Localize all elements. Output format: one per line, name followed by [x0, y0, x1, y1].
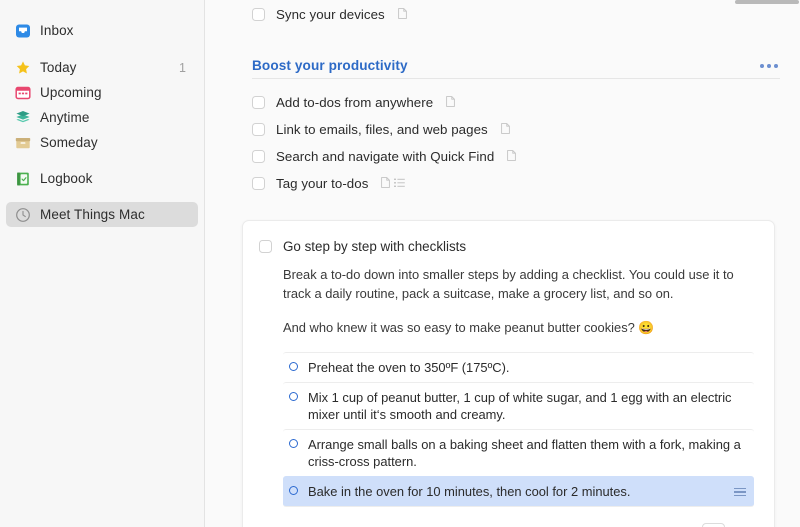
sidebar-divider-2 — [0, 155, 204, 166]
todo-badges — [500, 122, 510, 137]
todo-checkbox[interactable] — [252, 122, 265, 136]
schedule-calendar-button[interactable] — [673, 523, 696, 527]
sidebar-item-count: 1 — [179, 60, 186, 75]
todo-list: Add to-dos from anywhere Link to emails,… — [252, 91, 790, 194]
vertical-scrollbar[interactable] — [735, 0, 799, 5]
todo-item-link-to-emails-files-and-web-pages[interactable]: Link to emails, files, and web pages — [252, 118, 790, 140]
checklist-circle-icon[interactable] — [289, 392, 298, 401]
sidebar-item-someday[interactable]: Someday — [6, 130, 198, 155]
card-notes[interactable]: Break a to-do down into smaller steps by… — [283, 265, 758, 337]
card-footer-toolbar — [259, 523, 758, 527]
star-icon — [15, 60, 31, 76]
todo-checkbox[interactable] — [252, 95, 265, 109]
todo-item-tag-your-to-dos[interactable]: Tag your to-dos — [252, 172, 790, 194]
todo-label: Sync your devices — [276, 6, 385, 22]
checklist-item-label: Mix 1 cup of peanut butter, 1 cup of whi… — [308, 390, 732, 422]
sidebar-item-label: Anytime — [40, 110, 90, 125]
sidebar: Inbox Today 1 Upcoming Anytime Someday L… — [0, 0, 205, 527]
scrollbar-thumb[interactable] — [735, 0, 799, 4]
sidebar-item-label: Someday — [40, 135, 98, 150]
checklist-item[interactable]: Arrange small balls on a baking sheet an… — [283, 429, 754, 476]
sidebar-item-anytime[interactable]: Anytime — [6, 105, 198, 130]
layers-icon — [15, 110, 31, 126]
todo-label: Add to-dos from anywhere — [276, 94, 434, 110]
todo-item-sync-your-devices[interactable]: Sync your devices — [252, 3, 790, 25]
sidebar-divider-3 — [0, 191, 204, 202]
checklist-circle-icon[interactable] — [289, 486, 298, 495]
expanded-todo-card: Go step by step with checklists Break a … — [242, 220, 775, 527]
todo-badges — [397, 7, 407, 22]
checklist-item[interactable]: Mix 1 cup of peanut butter, 1 cup of whi… — [283, 382, 754, 429]
todo-checkbox[interactable] — [252, 7, 265, 21]
checklist-icon — [394, 176, 406, 191]
todo-checkbox[interactable] — [259, 240, 272, 253]
checklist-item-label: Preheat the oven to 350ºF (175ºC). — [308, 360, 510, 375]
todo-badges — [507, 149, 517, 164]
card-note-paragraph: And who knew it was so easy to make pean… — [283, 320, 655, 335]
todo-item-search-and-navigate-with-quick-find[interactable]: Search and navigate with Quick Find — [252, 145, 790, 167]
main-content: Sync your devices Boost your productivit… — [205, 0, 800, 527]
todo-checkbox[interactable] — [252, 176, 265, 190]
sidebar-item-label: Today — [40, 60, 77, 75]
sidebar-item-today[interactable]: Today 1 — [6, 55, 198, 80]
tag-button[interactable] — [702, 523, 725, 527]
note-icon — [507, 149, 517, 164]
checklist: Preheat the oven to 350ºF (175ºC). Mix 1… — [283, 352, 754, 507]
checklist-circle-icon[interactable] — [289, 439, 298, 448]
logbook-icon — [15, 171, 31, 187]
note-icon — [500, 122, 510, 137]
todo-badges — [446, 95, 456, 110]
deadline-flag-button[interactable] — [731, 523, 754, 527]
checklist-item-label: Arrange small balls on a baking sheet an… — [308, 437, 741, 469]
note-icon — [381, 176, 391, 191]
sidebar-item-logbook[interactable]: Logbook — [6, 166, 198, 191]
sidebar-divider-1 — [0, 43, 204, 55]
calendar-icon — [15, 85, 31, 101]
section-title: Boost your productivity — [252, 58, 408, 73]
more-options-icon[interactable] — [760, 63, 780, 68]
todo-label: Search and navigate with Quick Find — [276, 148, 495, 164]
note-icon — [397, 7, 407, 22]
section-header-boost-your-productivity: Boost your productivity — [252, 58, 780, 79]
sidebar-item-label: Inbox — [40, 23, 74, 38]
todo-checkbox[interactable] — [252, 149, 265, 163]
sidebar-item-label: Upcoming — [40, 85, 102, 100]
checklist-item[interactable]: Preheat the oven to 350ºF (175ºC). — [283, 352, 754, 382]
drag-handle-icon[interactable] — [734, 488, 746, 496]
sidebar-item-meet-things-mac[interactable]: Meet Things Mac — [6, 202, 198, 227]
inbox-icon — [15, 23, 31, 39]
checklist-circle-icon[interactable] — [289, 362, 298, 371]
sidebar-item-upcoming[interactable]: Upcoming — [6, 80, 198, 105]
todo-item-add-to-dos-from-anywhere[interactable]: Add to-dos from anywhere — [252, 91, 790, 113]
card-note-paragraph: Break a to-do down into smaller steps by… — [283, 267, 734, 301]
sidebar-item-label: Logbook — [40, 171, 93, 186]
todo-label: Link to emails, files, and web pages — [276, 121, 488, 137]
clock-icon — [15, 207, 31, 223]
checklist-item-label: Bake in the oven for 10 minutes, then co… — [308, 484, 631, 499]
things-app-window: Inbox Today 1 Upcoming Anytime Someday L… — [0, 0, 800, 527]
sidebar-item-label: Meet Things Mac — [40, 207, 145, 222]
card-title-row[interactable]: Go step by step with checklists — [259, 239, 758, 254]
note-icon — [446, 95, 456, 110]
box-icon — [15, 135, 31, 151]
todo-badges — [381, 176, 406, 191]
card-title: Go step by step with checklists — [283, 239, 467, 254]
sidebar-item-inbox[interactable]: Inbox — [6, 18, 198, 43]
todo-label: Tag your to-dos — [276, 175, 369, 191]
checklist-item-selected[interactable]: Bake in the oven for 10 minutes, then co… — [283, 476, 754, 507]
